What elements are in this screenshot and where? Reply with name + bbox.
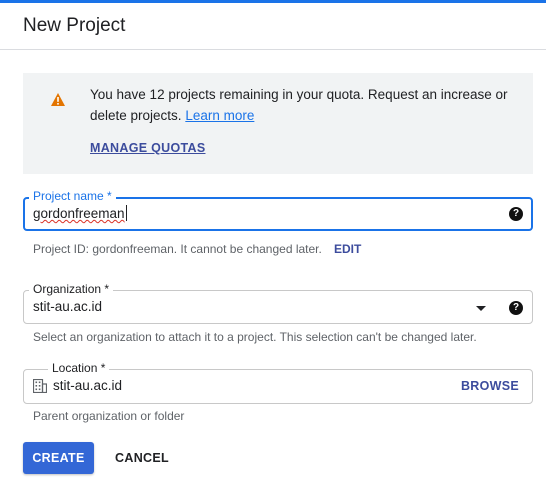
dialog-header: New Project — [0, 3, 546, 50]
project-name-input[interactable]: gordonfreeman — [33, 205, 127, 221]
quota-banner: You have 12 projects remaining in your q… — [23, 73, 533, 174]
project-name-value: gordonfreeman — [33, 206, 125, 221]
organization-value: stit-au.ac.id — [33, 299, 103, 314]
project-name-label: Project name * — [29, 188, 116, 204]
quota-message-text: You have 12 projects remaining in your q… — [90, 87, 508, 123]
edit-project-id-button[interactable]: EDIT — [334, 242, 361, 256]
project-name-field[interactable]: Project name * gordonfreeman ? — [23, 188, 533, 231]
help-icon[interactable]: ? — [509, 207, 523, 221]
location-field[interactable]: Location * stit-au.ac.id BROWSE — [23, 360, 533, 404]
warning-icon — [51, 93, 65, 106]
learn-more-link[interactable]: Learn more — [185, 108, 254, 123]
dropdown-arrow-icon[interactable] — [476, 306, 486, 311]
browse-button[interactable]: BROWSE — [461, 379, 519, 393]
organization-hint: Select an organization to attach it to a… — [33, 330, 477, 344]
page-title: New Project — [23, 15, 126, 36]
cancel-button[interactable]: CANCEL — [107, 442, 177, 474]
location-hint: Parent organization or folder — [33, 409, 185, 423]
text-caret — [125, 205, 127, 221]
location-value: stit-au.ac.id — [53, 378, 123, 393]
create-button[interactable]: CREATE — [23, 442, 94, 474]
quota-message: You have 12 projects remaining in your q… — [90, 84, 510, 126]
organization-label: Organization * — [29, 281, 114, 297]
building-icon — [33, 379, 47, 393]
manage-quotas-link[interactable]: MANAGE QUOTAS — [90, 141, 205, 155]
location-label: Location * — [48, 360, 110, 376]
organization-select[interactable]: Organization * stit-au.ac.id ? — [23, 281, 533, 324]
project-id-hint: Project ID: gordonfreeman. It cannot be … — [33, 242, 322, 256]
help-icon[interactable]: ? — [509, 301, 523, 315]
